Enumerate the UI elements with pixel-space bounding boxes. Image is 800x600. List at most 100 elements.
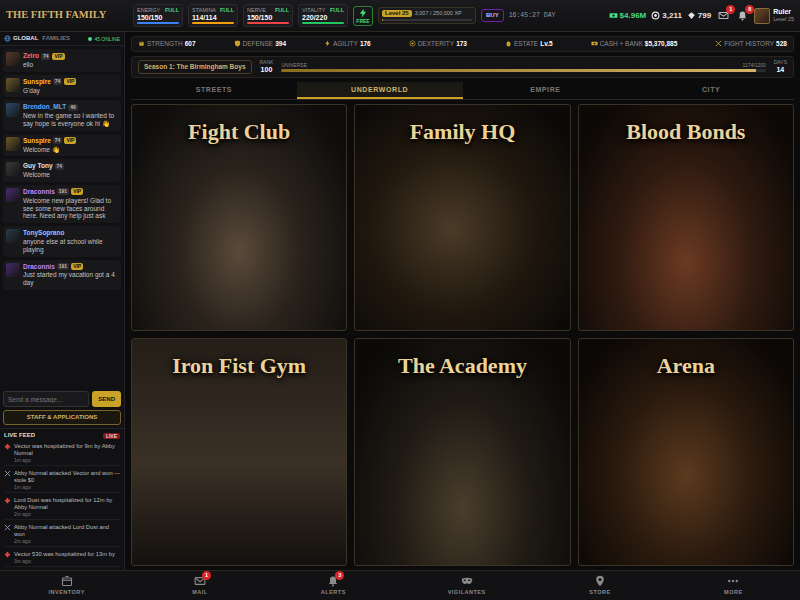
chat-input-row: SEND [0,388,124,410]
vital-value: 150/150 [247,14,289,22]
location-card[interactable]: Blood Bonds [578,104,794,332]
feed-item[interactable]: Abby Normal attacked Lord Dust and won2m… [4,522,120,547]
location-card[interactable]: Family HQ [354,104,570,332]
location-title: Arena [585,353,787,379]
currency[interactable]: 799 [687,11,711,21]
feed-text: Lord Dust was hospitalized for 12m by Ab… [14,497,120,511]
stat-value: 394 [275,40,286,48]
game-logo[interactable]: THE FIFTH FAMILY [6,9,128,22]
user-avatar[interactable] [6,229,20,243]
user-avatar[interactable] [6,78,20,92]
diamond-icon [687,11,696,20]
feed-header: LIVE FEEDLIVE [4,432,120,439]
alert-button[interactable]: 8 [735,9,749,23]
nav-label: INVENTORY [49,589,85,596]
online-count: 45 ONLINE [88,36,120,42]
stat-value: Lv.5 [540,40,553,48]
message-body: Draconnis191VIPWelcome new players! Glad… [23,188,118,220]
message-body: Sunspire74VIPG'day [23,78,118,95]
user-avatar[interactable] [6,188,20,202]
user-avatar[interactable] [6,52,20,66]
live-feed: LIVE FEEDLIVE Vector was hospitalized for… [0,428,124,570]
season-title[interactable]: Season 1: The Birmingham Boys [138,60,252,74]
vital-track [192,22,234,24]
season-rank: RANK100 [260,60,274,73]
feed-item[interactable]: Lord Dust was hospitalized for 12m by Ab… [4,495,120,520]
chat-tab[interactable]: FAMILIES [42,35,70,42]
level-row: Level 253,007 / 250,000 XP [382,10,472,17]
sender-name[interactable]: Draconnis [23,263,55,271]
location-title: The Academy [361,353,563,379]
user-avatar[interactable] [6,103,20,117]
main-panel: STRENGTH607DEFENSE394AGILITY176DEXTERITY… [125,32,800,570]
user-avatar[interactable] [6,137,20,151]
feed-text: Abby Normal attacked Vector and won — st… [14,470,120,484]
vital-label: NERVE [247,7,266,14]
feed-time: 2m ago [14,511,120,517]
vital-fill [247,22,289,24]
feed-badge: LIVE [103,433,120,439]
buy-button[interactable]: BUY [481,9,504,22]
chat-message: Guy Tony74Welcome [3,159,121,182]
sender-name[interactable]: Guy Tony [23,162,53,170]
chat-message: Zeiro74VIPello [3,49,121,72]
user-profile[interactable]: RulerLevel 25 [754,8,794,24]
user-avatar[interactable] [6,263,20,277]
stat-label: ESTATE [514,40,538,48]
feed-time: 1m ago [14,457,120,463]
area-tab[interactable]: CITY [628,82,794,99]
feed-text: Vector 530 was hospitalized for 13m by [14,551,115,558]
stat-label: DEFENSE [243,40,274,48]
game-clock: 16:45:27 DAY [509,12,556,20]
online-dot [88,37,92,41]
sender-name[interactable]: Zeiro [23,52,39,60]
location-card[interactable]: Arena [578,338,794,566]
sender-name[interactable]: Brendon_MLT [23,103,66,111]
free-refill-button[interactable]: FREE [353,6,373,26]
feed-text-wrap: Abby Normal attacked Lord Dust and won2m… [14,524,120,544]
location-card[interactable]: Fight Club [131,104,347,332]
location-card[interactable]: The Academy [354,338,570,566]
feed-item[interactable]: Vector 530 was hospitalized for 13m by3m… [4,549,120,567]
chat-message: TonySopranoanyone else at school while p… [3,226,121,256]
level-badge: Level 25 [382,10,412,17]
sender-name[interactable]: TonySoprano [23,229,64,237]
staff-button[interactable]: STAFF & APPLICATIONS [3,410,121,425]
nav-item[interactable]: 1MAIL [133,571,266,600]
vital-fill [192,22,234,24]
chat-tab[interactable]: GLOBAL [4,35,38,42]
chat-input[interactable] [3,391,89,407]
sender-name[interactable]: Draconnis [23,188,55,196]
sender-name[interactable]: Sunspire [23,78,51,86]
stat-label: CASH + BANK [600,40,643,48]
level-badge: 74 [55,163,65,170]
feed-item[interactable]: Vector was hospitalized for 9m by Abby N… [4,441,120,466]
feed-item[interactable]: Abby Normal attacked Vector and won — st… [4,468,120,493]
sender-name[interactable]: Sunspire [23,137,51,145]
nav-item[interactable]: VIGILANTES [400,571,533,600]
swords-icon [4,470,11,477]
level-panel[interactable]: Level 253,007 / 250,000 XP [378,7,476,24]
user-avatar[interactable] [6,162,20,176]
nav-item[interactable]: 3ALERTS [267,571,400,600]
area-tab[interactable]: UNDERWORLD [297,82,463,99]
message-body: TonySopranoanyone else at school while p… [23,229,118,253]
area-tab[interactable]: EMPIRE [463,82,629,99]
progress-track [281,69,765,72]
nav-item[interactable]: MORE [667,571,800,600]
message-header: Sunspire74VIP [23,78,118,86]
alert-button[interactable]: 1 [716,9,730,23]
send-button[interactable]: SEND [92,391,121,407]
area-tabs: STREETSUNDERWORLDEMPIRECITY [131,82,794,100]
currency[interactable]: $4.96M [609,11,647,21]
currency[interactable]: 3,211 [651,11,682,21]
vital-tag: FULL [275,7,289,14]
area-tab[interactable]: STREETS [131,82,297,99]
level-badge: 74 [53,78,63,85]
chat-sidebar: GLOBAL FAMILIES 45 ONLINE Zeiro74VIPello Sun… [0,32,125,570]
nav-item[interactable]: INVENTORY [0,571,133,600]
nav-icon-wrap [61,575,73,587]
vital-value: 114/114 [192,14,234,22]
nav-item[interactable]: STORE [533,571,666,600]
location-card[interactable]: Iron Fist Gym [131,338,347,566]
